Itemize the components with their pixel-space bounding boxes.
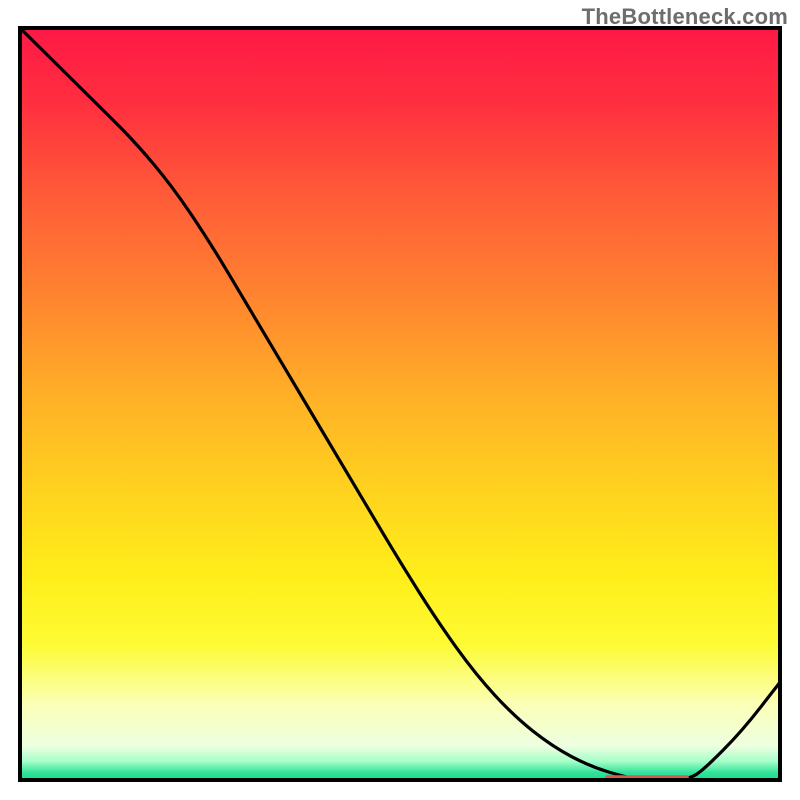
chart-svg: [0, 0, 800, 800]
chart-container: TheBottleneck.com: [0, 0, 800, 800]
watermark-text: TheBottleneck.com: [582, 4, 788, 30]
